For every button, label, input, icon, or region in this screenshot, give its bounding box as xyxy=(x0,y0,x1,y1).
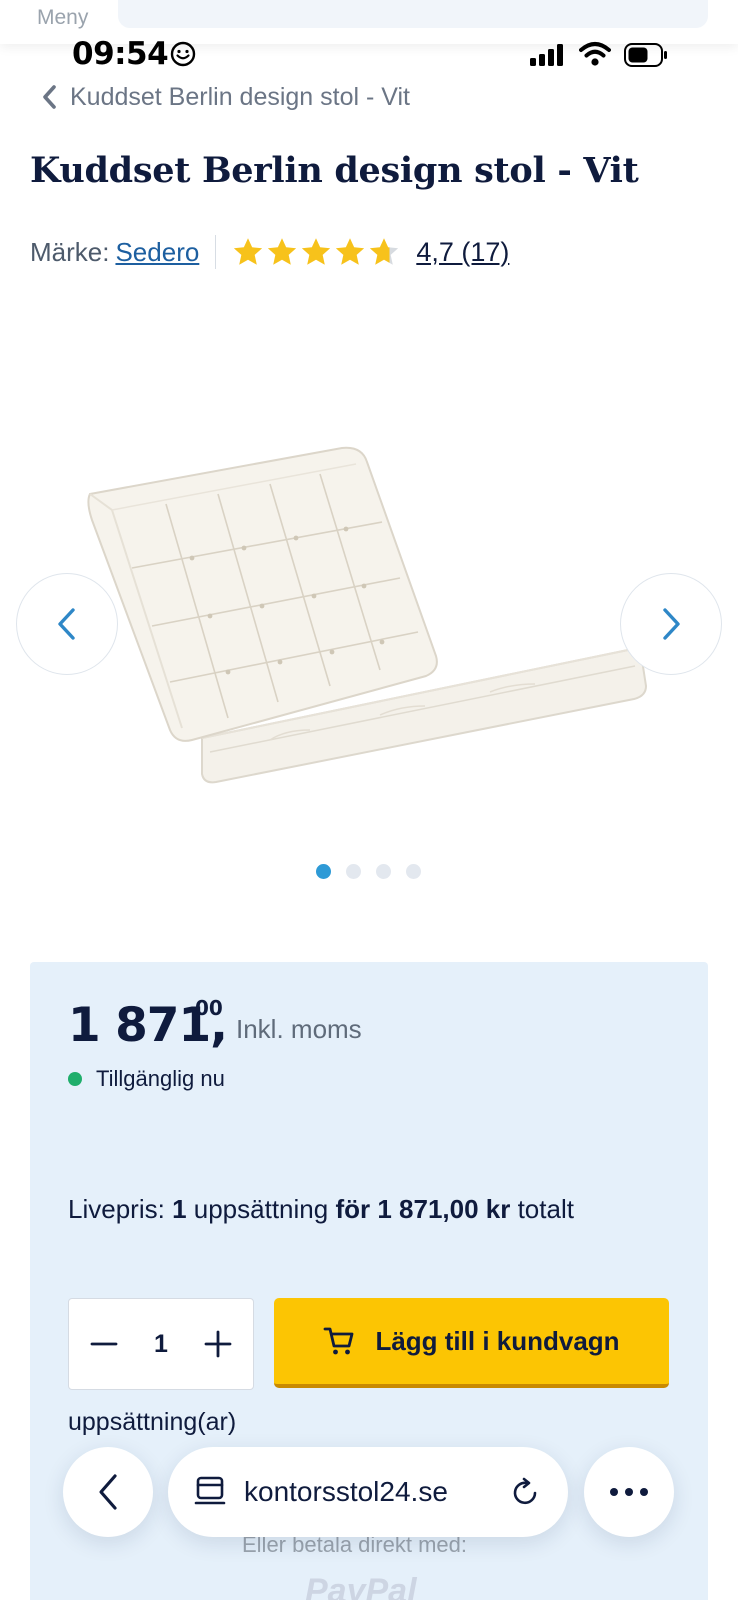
rating-stars[interactable] xyxy=(232,237,400,268)
unit-label: uppsättning(ar) xyxy=(68,1408,237,1436)
price-decimals: 00 xyxy=(195,996,223,1020)
chevron-left-icon xyxy=(43,85,56,109)
star-icon xyxy=(336,237,365,265)
breadcrumb[interactable]: Kuddset Berlin design stol - Vit xyxy=(42,80,410,114)
meta-divider xyxy=(215,235,217,269)
live-price-total: för 1 871,00 kr xyxy=(335,1194,511,1224)
rating-count-link[interactable]: 4,7 (17) xyxy=(416,237,509,268)
in-stock-indicator xyxy=(68,1072,82,1086)
add-to-cart-button[interactable]: Lägg till i kundvagn xyxy=(274,1298,669,1388)
menu-label[interactable]: Meny xyxy=(37,6,88,30)
star-icon xyxy=(234,237,263,265)
minus-icon[interactable] xyxy=(89,1329,119,1359)
brand-link[interactable]: Sedero xyxy=(115,237,199,268)
star-icon xyxy=(268,237,297,265)
add-to-cart-label: Lägg till i kundvagn xyxy=(375,1325,620,1356)
quantity-stepper[interactable]: 1 xyxy=(68,1298,254,1390)
more-options-button[interactable] xyxy=(584,1447,674,1537)
carousel-dot[interactable] xyxy=(376,864,391,879)
carousel-prev-button[interactable] xyxy=(16,573,118,675)
cart-icon xyxy=(324,1327,354,1355)
carousel-dot-active[interactable] xyxy=(316,864,331,879)
chevron-left-icon xyxy=(99,1474,117,1510)
search-bar[interactable] xyxy=(118,0,708,28)
smiley-icon xyxy=(170,41,196,67)
breadcrumb-label[interactable]: Kuddset Berlin design stol - Vit xyxy=(70,83,410,112)
battery-icon xyxy=(624,43,667,67)
page-title: Kuddset Berlin design stol - Vit xyxy=(30,150,639,191)
product-meta: Märke: Sedero 4,7 (17) xyxy=(30,232,509,272)
availability-label: Tillgänglig nu xyxy=(96,1066,225,1091)
wifi-icon xyxy=(579,42,611,66)
reload-icon[interactable] xyxy=(510,1475,542,1509)
quantity-value[interactable]: 1 xyxy=(154,1330,168,1359)
live-price-unit: uppsättning xyxy=(193,1194,329,1224)
plus-icon[interactable] xyxy=(203,1329,233,1359)
carousel-dot[interactable] xyxy=(406,864,421,879)
carousel-dot[interactable] xyxy=(346,864,361,879)
chevron-left-icon xyxy=(58,608,75,640)
url-text[interactable]: kontorsstol24.se xyxy=(244,1476,492,1508)
carousel-next-button[interactable] xyxy=(620,573,722,675)
address-bar[interactable]: kontorsstol24.se xyxy=(168,1447,568,1537)
page-menu-icon[interactable] xyxy=(194,1475,226,1509)
brand-prefix: Märke: xyxy=(30,236,110,267)
cushion-set-image[interactable] xyxy=(80,440,660,810)
paypal-logo[interactable]: PayPal xyxy=(305,1572,417,1600)
live-price-prefix: Livepris: xyxy=(68,1194,165,1224)
chevron-right-icon xyxy=(663,608,680,640)
price-vat-note: Inkl. moms xyxy=(236,1014,362,1044)
browser-back-button[interactable] xyxy=(63,1447,153,1537)
star-icon xyxy=(302,237,331,265)
cellular-signal-icon xyxy=(530,44,563,66)
status-time: 09:54 xyxy=(72,36,169,72)
live-price-suffix: totalt xyxy=(517,1194,574,1224)
live-price-summary: Livepris: 1 uppsättning för 1 871,00 kr … xyxy=(68,1194,574,1225)
availability-status: Tillgänglig nu xyxy=(68,1066,225,1092)
live-price-qty: 1 xyxy=(172,1194,187,1224)
star-half-icon xyxy=(370,237,399,265)
more-icon xyxy=(610,1488,648,1496)
carousel-dots xyxy=(316,864,421,879)
